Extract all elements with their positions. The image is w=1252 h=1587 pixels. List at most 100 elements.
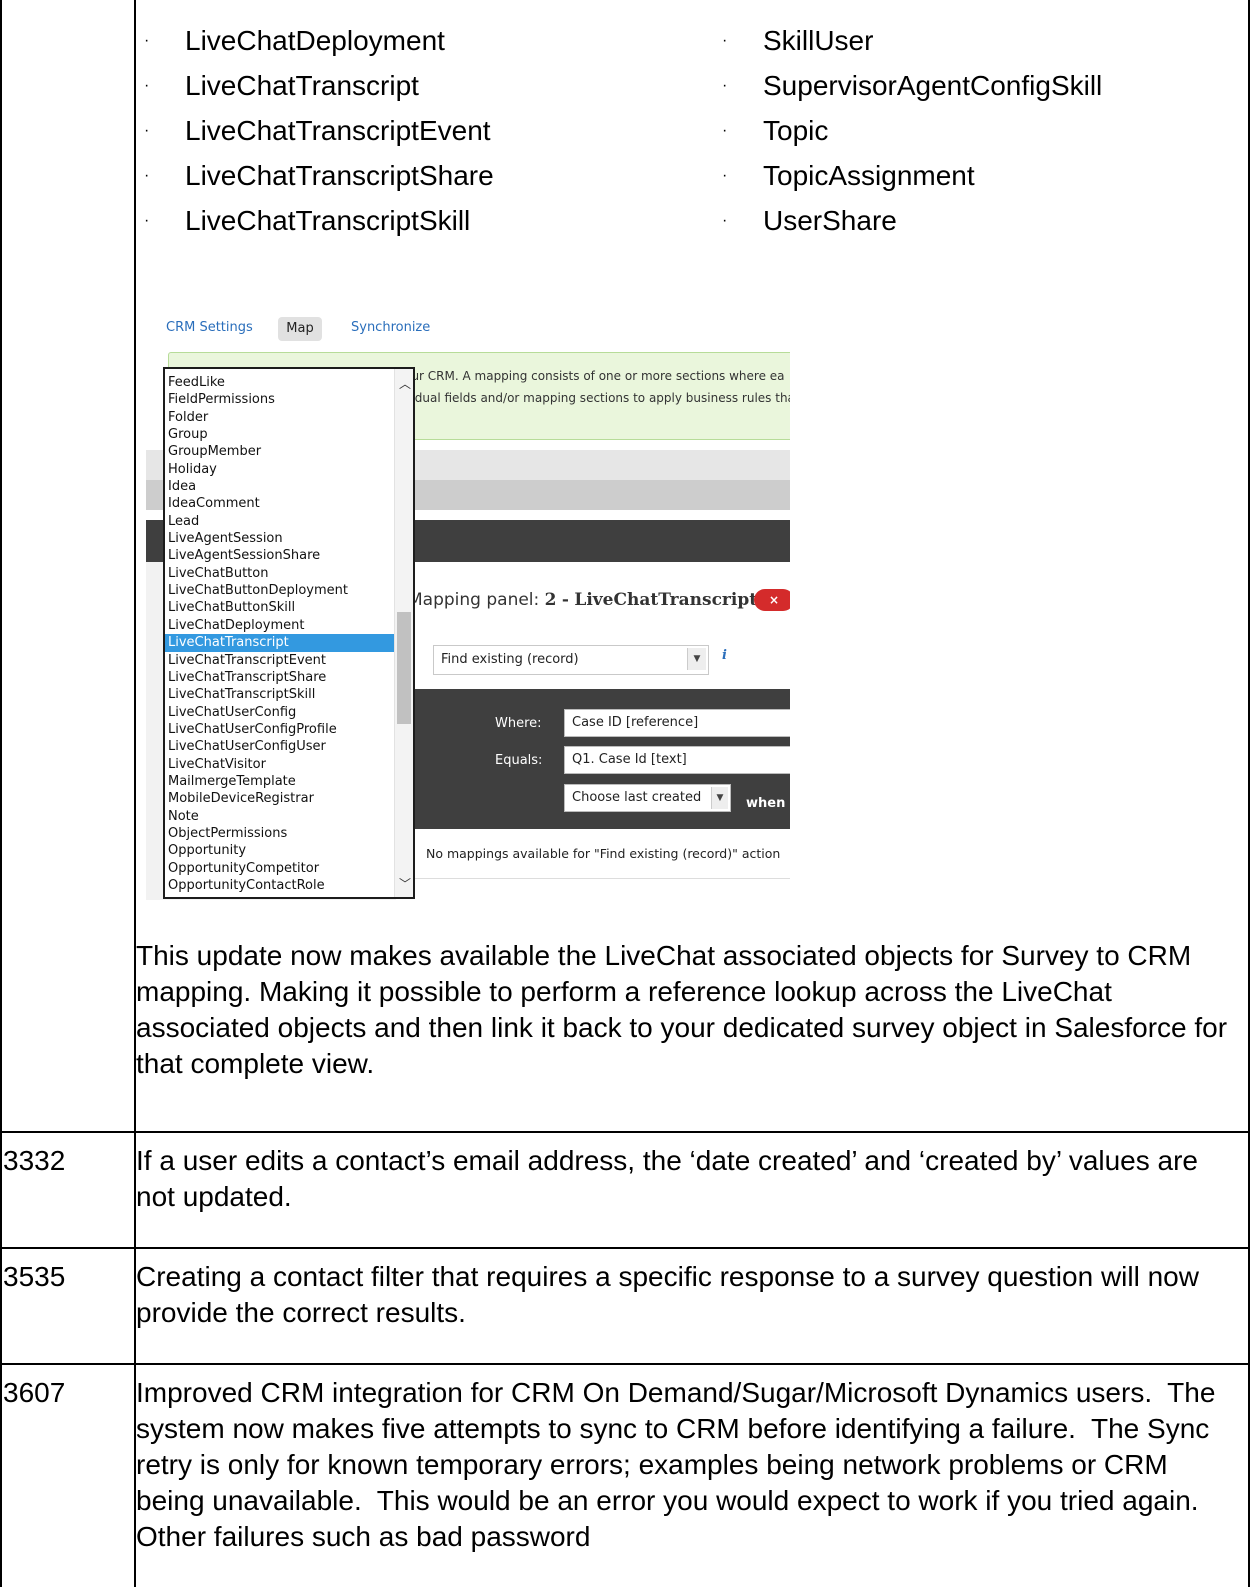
where-field[interactable]: Case ID [reference] xyxy=(564,709,790,737)
dropdown-option[interactable]: GroupMember xyxy=(165,443,397,460)
dropdown-option[interactable]: LiveChatTranscriptSkill xyxy=(165,686,397,703)
dropdown-option[interactable]: OpportunityContactRole xyxy=(165,877,397,894)
when-text: when n xyxy=(746,796,790,811)
dropdown-option[interactable]: LiveAgentSessionShare xyxy=(165,547,397,564)
dropdown-option[interactable]: LiveChatDeployment xyxy=(165,617,397,634)
panel-number: 2 xyxy=(544,590,557,610)
bullet-glyph: · xyxy=(722,167,728,184)
dropdown-option[interactable]: FieldPermissions xyxy=(165,391,397,408)
update-paragraph: This update now makes available the Live… xyxy=(136,940,1228,1079)
bullet-text: TopicAssignment xyxy=(763,160,975,191)
bullet-text: LiveChatDeployment xyxy=(185,25,445,56)
panel-dash: - xyxy=(561,590,569,610)
bullet-text: LiveChatTranscriptShare xyxy=(185,160,494,191)
chevron-down-icon: ▼ xyxy=(711,787,728,809)
chevron-up-icon[interactable]: ︿ xyxy=(399,375,411,392)
dropdown-option[interactable]: LiveChatUserConfigProfile xyxy=(165,721,397,738)
dropdown-option[interactable]: IdeaComment xyxy=(165,495,397,512)
divider xyxy=(408,878,790,879)
dropdown-option[interactable]: Idea xyxy=(165,478,397,495)
tab-crm-settings[interactable]: CRM Settings xyxy=(166,320,253,335)
crm-mapping-screenshot: CRM Settings Synchronize Map your CRM. A… xyxy=(146,300,790,900)
object-dropdown-list[interactable]: FeedLike FieldPermissions Folder Group Group… xyxy=(163,367,415,899)
dropdown-option[interactable]: Lead xyxy=(165,513,397,530)
table-right-border xyxy=(1248,0,1250,1587)
bullet-glyph: · xyxy=(722,212,728,229)
row-divider xyxy=(0,1247,1250,1249)
dropdown-option[interactable]: Note xyxy=(165,808,397,825)
mapping-panel-title: Mapping panel: 2 - LiveChatTranscript xyxy=(408,590,757,610)
bullet-item: · SupervisorAgentConfigSkill xyxy=(722,64,1103,108)
bullet-item: · LiveChatDeployment xyxy=(144,19,445,63)
row-id: 3607 xyxy=(3,1377,66,1408)
release-notes-table: · LiveChatDeployment · LiveChatTranscript … xyxy=(0,0,1252,1587)
dropdown-option[interactable]: LiveChatUserConfig xyxy=(165,704,397,721)
chevron-down-icon[interactable]: ﹀ xyxy=(399,875,411,892)
bullet-item: · Topic xyxy=(722,109,828,153)
dropdown-option[interactable]: Group xyxy=(165,426,397,443)
dropdown-option[interactable]: LiveChatButton xyxy=(165,565,397,582)
dropdown-option[interactable]: OpportunityCompetitor xyxy=(165,860,397,877)
bullet-text: LiveChatTranscript xyxy=(185,70,419,101)
dropdown-option[interactable]: LiveChatUserConfigUser xyxy=(165,738,397,755)
dropdown-option[interactable]: MailmergeTemplate xyxy=(165,773,397,790)
equals-field[interactable]: Q1. Case Id [text] xyxy=(564,746,790,774)
dropdown-items: FeedLike FieldPermissions Folder Group Group… xyxy=(165,374,397,894)
scrollbar-thumb[interactable] xyxy=(397,612,411,724)
dropdown-option[interactable]: LiveChatButtonSkill xyxy=(165,599,397,616)
bullet-item: · LiveChatTranscriptShare xyxy=(144,154,494,198)
bullet-glyph: · xyxy=(144,77,150,94)
bullet-text: SkillUser xyxy=(763,25,874,56)
info-icon[interactable]: i xyxy=(722,648,727,663)
bullet-item: · LiveChatTranscriptSkill xyxy=(144,199,471,243)
panel-object: LiveChatTranscript xyxy=(574,590,758,610)
bullet-glyph: · xyxy=(722,32,728,49)
bullet-text: LiveChatTranscriptSkill xyxy=(185,205,471,236)
choose-value: Choose last created xyxy=(572,790,702,805)
bullet-glyph: · xyxy=(144,167,150,184)
dropdown-option[interactable]: LiveAgentSession xyxy=(165,530,397,547)
table-left-border xyxy=(0,0,2,1587)
bullet-text: SupervisorAgentConfigSkill xyxy=(763,70,1103,101)
row-id: 3535 xyxy=(3,1261,66,1292)
dropdown-option[interactable]: LiveChatVisitor xyxy=(165,756,397,773)
bullet-glyph: · xyxy=(144,122,150,139)
dropdown-option[interactable]: LiveChatButtonDeployment xyxy=(165,582,397,599)
dropdown-scrollbar[interactable]: ︿ ﹀ xyxy=(394,369,413,897)
bullet-text: LiveChatTranscriptEvent xyxy=(185,115,491,146)
where-value: Case ID [reference] xyxy=(572,715,699,730)
row-divider xyxy=(0,1131,1250,1133)
tab-map[interactable]: Map xyxy=(278,317,322,341)
info-text-line1: your CRM. A mapping consists of one or m… xyxy=(397,369,785,383)
bullet-text: UserShare xyxy=(763,205,897,236)
bullet-item: · SkillUser xyxy=(722,19,874,63)
choose-select[interactable]: Choose last created ▼ xyxy=(564,784,731,812)
dropdown-option[interactable]: MobileDeviceRegistrar xyxy=(165,790,397,807)
bullet-item: · LiveChatTranscript xyxy=(144,64,419,108)
equals-label: Equals: xyxy=(495,753,543,768)
dropdown-option[interactable]: FeedLike xyxy=(165,374,397,391)
bullet-glyph: · xyxy=(144,212,150,229)
close-button[interactable]: × xyxy=(754,589,790,611)
dropdown-option[interactable]: Opportunity xyxy=(165,842,397,859)
action-select[interactable]: Find existing (record) ▼ xyxy=(433,645,709,675)
action-select-value: Find existing (record) xyxy=(441,652,579,667)
info-text-line2: ividual fields and/or mapping sections t… xyxy=(401,391,790,405)
dropdown-option[interactable]: LiveChatTranscript xyxy=(165,634,397,652)
bullet-item: · UserShare xyxy=(722,199,897,243)
dropdown-option[interactable]: LiveChatTranscriptShare xyxy=(165,669,397,686)
where-label: Where: xyxy=(495,716,542,731)
bullet-glyph: · xyxy=(144,32,150,49)
no-mappings-message: No mappings available for "Find existing… xyxy=(426,846,781,861)
dropdown-option[interactable]: Holiday xyxy=(165,461,397,478)
bullet-item: · LiveChatTranscriptEvent xyxy=(144,109,491,153)
equals-value: Q1. Case Id [text] xyxy=(572,752,687,767)
panel-title-prefix: Mapping panel: xyxy=(408,590,540,610)
bullet-item: · TopicAssignment xyxy=(722,154,975,198)
dropdown-option[interactable]: LiveChatTranscriptEvent xyxy=(165,652,397,669)
bullet-glyph: · xyxy=(722,77,728,94)
dropdown-option[interactable]: ObjectPermissions xyxy=(165,825,397,842)
chevron-down-icon: ▼ xyxy=(687,648,706,670)
tab-synchronize[interactable]: Synchronize xyxy=(351,320,430,335)
dropdown-option[interactable]: Folder xyxy=(165,409,397,426)
